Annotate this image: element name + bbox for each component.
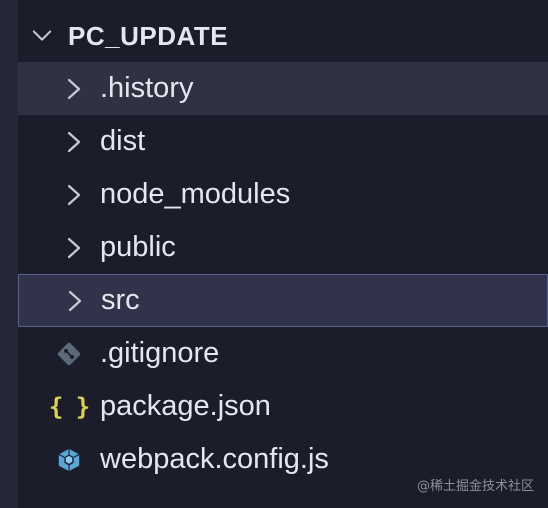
chevron-right-icon (64, 78, 84, 99)
folder-label: node_modules (100, 178, 291, 210)
chevron-down-icon (32, 26, 52, 46)
json-braces-icon: { } (48, 392, 90, 421)
folder-label: public (100, 231, 176, 263)
file-tree: PC_UPDATE .history dist node_modules pub… (18, 10, 548, 486)
watermark: @稀土掘金技术社区 (416, 479, 534, 494)
file-package-json[interactable]: { } package.json (18, 380, 548, 433)
chevron-right-icon (64, 131, 84, 152)
chevron-right-icon (64, 237, 84, 258)
folder-label: dist (100, 125, 146, 157)
folder-label: src (101, 284, 140, 316)
chevron-right-icon (64, 184, 84, 205)
activity-bar-edge (0, 0, 18, 508)
file-gitignore[interactable]: .gitignore (18, 327, 548, 380)
file-explorer: PC_UPDATE .history dist node_modules pub… (0, 0, 548, 508)
explorer-root-label: PC_UPDATE (68, 21, 229, 51)
folder-src[interactable]: src (18, 274, 548, 327)
file-label: package.json (100, 390, 271, 422)
file-label: .gitignore (100, 337, 220, 369)
folder-label: .history (100, 72, 194, 104)
explorer-root-header[interactable]: PC_UPDATE (18, 10, 548, 62)
chevron-right-icon (65, 290, 85, 311)
webpack-cube-icon (56, 447, 82, 473)
git-icon (56, 341, 82, 367)
folder-public[interactable]: public (18, 221, 548, 274)
folder-dist[interactable]: dist (18, 115, 548, 168)
folder-history[interactable]: .history (18, 62, 548, 115)
folder-node-modules[interactable]: node_modules (18, 168, 548, 221)
file-label: webpack.config.js (100, 443, 329, 475)
